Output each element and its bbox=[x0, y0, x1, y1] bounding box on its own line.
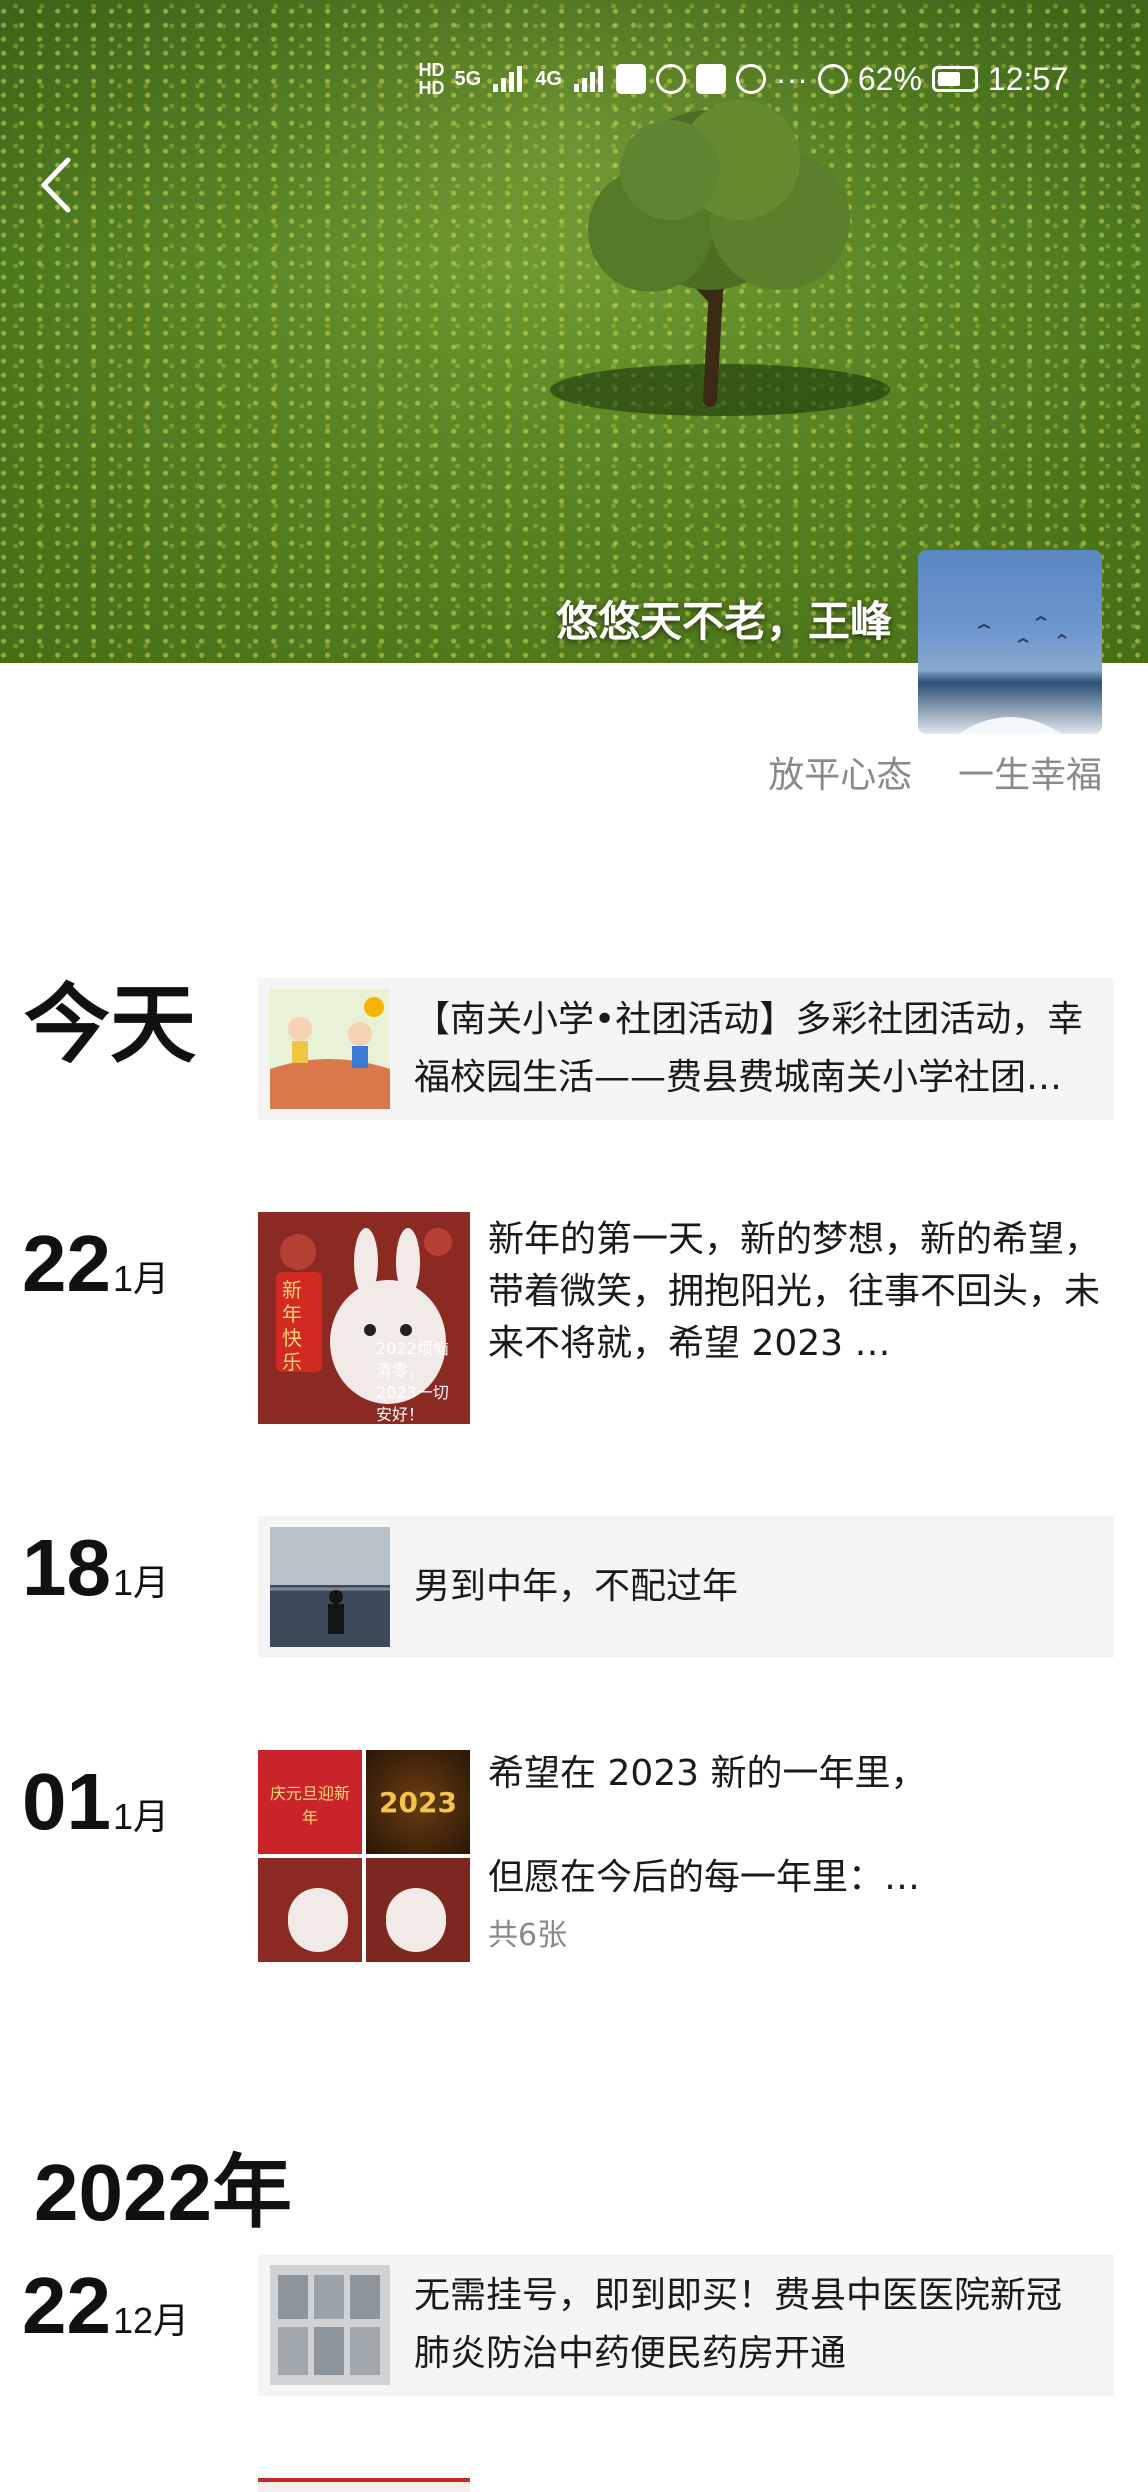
signal-5g-icon: 5G bbox=[454, 67, 482, 90]
alarm-icon bbox=[817, 64, 848, 94]
battery-icon bbox=[931, 66, 978, 92]
share-thumbnail bbox=[270, 2265, 390, 2385]
next-post-photo-partial[interactable] bbox=[258, 2478, 470, 2492]
battery-percent: 62% bbox=[857, 60, 922, 97]
post-photo-grid[interactable]: 庆元旦迎新年 2023 bbox=[258, 1750, 470, 1962]
post-photo[interactable]: 新年快乐 2022烦恼清零，2023一切安好！ bbox=[258, 1212, 470, 1424]
more-dots-icon: ··· bbox=[775, 60, 808, 97]
grid-photo-1-text: 庆元旦迎新年 bbox=[269, 1784, 350, 1827]
tree-illustration bbox=[550, 100, 890, 416]
post-month: 1月 bbox=[112, 1562, 170, 1603]
wechat-icon bbox=[655, 64, 686, 94]
photo-count: 共6张 bbox=[488, 1918, 568, 1953]
clock-time: 12:57 bbox=[987, 60, 1068, 97]
signal-bars-icon bbox=[493, 66, 523, 92]
share-title: 【南关小学•社团活动】多彩社团活动，幸福校园生活——费县费城南关小学社团活动 bbox=[414, 999, 1084, 1098]
grid-photo-4 bbox=[366, 1858, 470, 1962]
post-text-line1: 希望在 2023 新的一年里， bbox=[488, 1753, 927, 1794]
status-bar: HD HD 5G 4G ··· 62% 12:57 bbox=[378, 52, 1068, 106]
grid-photo-1: 庆元旦迎新年 bbox=[258, 1750, 362, 1854]
grid-photo-3 bbox=[258, 1858, 362, 1962]
share-title: 无需挂号，即到即买！费县中医医院新冠肺炎防治中药便民药房开通 bbox=[414, 2275, 1063, 2374]
grid-photo-2: 2023 bbox=[366, 1750, 470, 1854]
profile-signature: 放平心态 一生幸福 bbox=[768, 755, 1102, 796]
date-today: 今天 bbox=[24, 975, 196, 1075]
post-day: 01 bbox=[22, 1757, 111, 1846]
post-text[interactable]: 新年的第一天，新的梦想，新的希望，带着微笑，拥抱阳光，往事不回头，未来不将就，希… bbox=[488, 1214, 1108, 1370]
post-day: 18 bbox=[22, 1523, 111, 1612]
photo-caption-1: 新年快乐 bbox=[282, 1278, 302, 1374]
signal-bars-icon-2 bbox=[573, 66, 603, 92]
hand-icon bbox=[735, 64, 766, 94]
signal-4g-icon: 4G bbox=[535, 67, 562, 90]
post-text[interactable]: 希望在 2023 新的一年里， 但愿在今后的每一年里：… 共6张 bbox=[488, 1748, 1108, 1962]
post-text-line2: 但愿在今后的每一年里：… bbox=[488, 1857, 921, 1898]
post-date: 011月 bbox=[22, 1762, 169, 1842]
post-day: 22 bbox=[22, 1219, 111, 1308]
post-month: 1月 bbox=[112, 1796, 170, 1837]
back-arrow-icon[interactable] bbox=[32, 150, 82, 220]
cover-username: 悠悠天不老，王峰 bbox=[555, 597, 892, 646]
weibo-icon bbox=[695, 64, 726, 94]
year-header: 2022年 bbox=[34, 2148, 292, 2237]
share-card[interactable]: 【南关小学•社团活动】多彩社团活动，幸福校园生活——费县费城南关小学社团活动 bbox=[258, 978, 1114, 1120]
share-title: 男到中年，不配过年 bbox=[414, 1566, 739, 1607]
share-thumbnail bbox=[270, 1527, 390, 1647]
app-notification-icon bbox=[615, 64, 646, 94]
post-date: 181月 bbox=[22, 1528, 169, 1608]
share-card[interactable]: 无需挂号，即到即买！费县中医医院新冠肺炎防治中药便民药房开通 bbox=[258, 2254, 1114, 2396]
photo-caption-2: 2022烦恼清零，2023一切安好！ bbox=[376, 1339, 449, 1424]
post-month: 12月 bbox=[112, 2300, 190, 2341]
post-date: 221月 bbox=[22, 1224, 169, 1304]
avatar-seagulls bbox=[958, 615, 1067, 734]
grid-photo-2-text: 2023 bbox=[379, 1786, 457, 1819]
share-card[interactable]: 男到中年，不配过年 bbox=[258, 1516, 1114, 1658]
post-month: 1月 bbox=[112, 1258, 170, 1299]
post-date: 2212月 bbox=[22, 2266, 189, 2346]
post-day: 22 bbox=[22, 2261, 111, 2350]
share-thumbnail bbox=[270, 989, 390, 1109]
avatar[interactable] bbox=[918, 550, 1102, 734]
hd-icon: HD HD bbox=[418, 60, 445, 98]
